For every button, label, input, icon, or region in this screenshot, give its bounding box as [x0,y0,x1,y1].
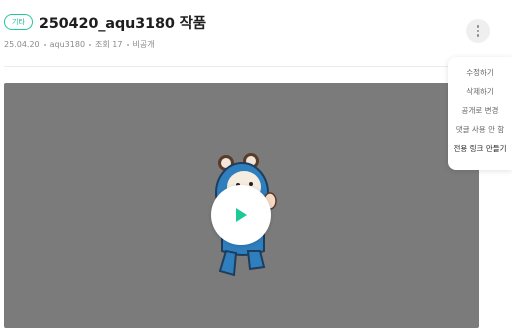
more-options-menu: 수정하기 삭제하기 공개로 변경 댓글 사용 안 함 전용 링크 만들기 [448,57,512,170]
post-date: 25.04.20 [4,40,40,49]
post-meta: 25.04.20 aqu3180 조회 17 비공개 [4,39,155,50]
menu-item-delete[interactable]: 삭제하기 [448,85,512,99]
separator-dot [89,43,92,46]
header-divider [4,66,482,67]
play-button[interactable] [211,185,271,245]
post-visibility: 비공개 [132,40,155,49]
post-title: 250420_aqu3180 작품 [38,15,206,32]
menu-item-edit[interactable]: 수정하기 [448,66,512,80]
separator-dot [126,43,129,46]
post-header: 기타 250420_aqu3180 작품 [4,10,472,34]
separator-dot [43,43,46,46]
menu-item-disable-comments[interactable]: 댓글 사용 안 함 [448,123,512,137]
post-author[interactable]: aqu3180 [50,40,85,49]
menu-item-create-link[interactable]: 전용 링크 만들기 [448,142,512,156]
menu-item-make-public[interactable]: 공개로 변경 [448,104,512,118]
play-icon [236,208,247,222]
category-badge: 기타 [4,14,33,30]
more-vertical-icon [476,25,480,28]
more-options-button[interactable] [466,19,490,43]
post-views: 조회 17 [95,40,123,49]
video-player[interactable] [4,83,479,328]
